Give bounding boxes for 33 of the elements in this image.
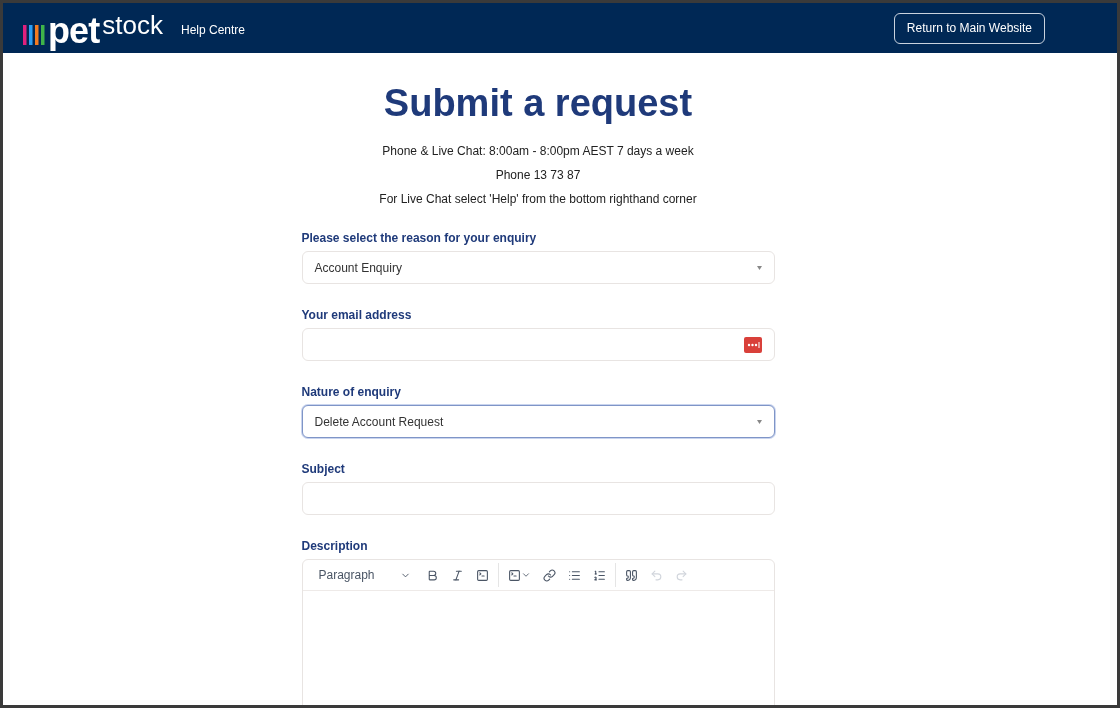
numbers-icon — [592, 568, 606, 582]
caret-icon — [756, 265, 762, 270]
info-text: Phone & Live Chat: 8:00am - 8:00pm AEST 7 days a week — [382, 143, 694, 160]
return-website-button[interactable]: Return to Main Website — [893, 12, 1045, 44]
code-icon — [475, 568, 489, 582]
description-editor[interactable]: Paragraph — [301, 559, 775, 705]
field-label: Nature of enquiry — [301, 384, 402, 401]
bullets-icon — [567, 568, 581, 582]
stripes-icon — [23, 25, 45, 45]
field-label: Description — [301, 538, 369, 555]
field-label: Please select the reason for your enquiry — [301, 230, 538, 247]
undo-icon — [649, 568, 663, 582]
logo-pet: pet — [48, 11, 100, 51]
info-text: Phone 13 73 87 — [495, 167, 581, 184]
page-title: Submit a request — [383, 81, 693, 126]
select-field[interactable]: Delete Account Request — [301, 405, 775, 438]
italic-icon — [450, 568, 464, 582]
field-label: Subject — [301, 461, 346, 478]
select-field[interactable]: Account Enquiry — [301, 251, 775, 284]
subject-field[interactable] — [301, 482, 775, 515]
redo-icon — [674, 568, 688, 582]
logo-stock: stock — [102, 11, 163, 39]
password-manager-icon[interactable] — [743, 336, 762, 353]
paragraph-dropdown[interactable]: Paragraph — [310, 563, 419, 587]
codeblock-icon — [507, 568, 521, 582]
link-icon — [542, 568, 556, 582]
chevron-icon — [520, 570, 531, 580]
help-centre-link[interactable]: Help Centre — [181, 21, 246, 39]
info-text: For Live Chat select 'Help' from the bottom righthand corner — [379, 191, 697, 208]
field-label: Your email address — [301, 307, 413, 324]
quote-icon — [624, 568, 638, 582]
caret-icon — [756, 419, 762, 424]
email-field[interactable] — [301, 328, 775, 361]
